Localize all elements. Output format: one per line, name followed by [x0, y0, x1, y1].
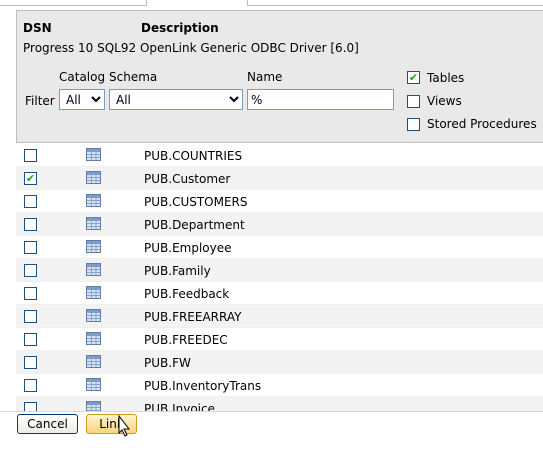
row-checkbox[interactable]	[24, 241, 37, 254]
row-checkbox[interactable]: ✔	[24, 172, 37, 185]
row-table-name: PUB.Family	[144, 264, 211, 278]
dsn-description: Progress 10 SQL92 OpenLink Generic ODBC …	[23, 41, 359, 55]
catalog-select[interactable]: All	[59, 89, 105, 110]
row-checkbox[interactable]	[24, 287, 37, 300]
row-table-name: PUB.InventoryTrans	[144, 379, 262, 393]
row-table-name: PUB.Feedback	[144, 287, 230, 301]
table-icon	[86, 401, 101, 411]
table-row[interactable]: PUB.COUNTRIES	[16, 144, 543, 167]
table-icon	[86, 217, 101, 230]
filter-panel: DSN Description Progress 10 SQL92 OpenLi…	[16, 10, 543, 143]
stored-procedures-checkbox[interactable]	[407, 118, 420, 131]
row-table-name: PUB.COUNTRIES	[144, 149, 243, 163]
table-row[interactable]: PUB.FREEDEC	[16, 328, 543, 351]
row-checkbox[interactable]	[24, 310, 37, 323]
table-row[interactable]: PUB.FREEARRAY	[16, 305, 543, 328]
link-button[interactable]: Link	[86, 414, 137, 434]
table-row[interactable]: PUB.Department	[16, 213, 543, 236]
row-table-name: PUB.FREEARRAY	[144, 310, 242, 324]
table-icon	[86, 148, 101, 161]
tables-label: Tables	[427, 71, 465, 85]
row-table-name: PUB.Invoice	[144, 402, 215, 411]
row-table-name: PUB.Customer	[144, 172, 231, 186]
row-checkbox[interactable]	[24, 149, 37, 162]
views-label: Views	[427, 94, 462, 108]
views-checkbox[interactable]	[407, 95, 420, 108]
table-row[interactable]: PUB.CUSTOMERS	[16, 190, 543, 213]
row-checkbox[interactable]	[24, 264, 37, 277]
table-icon	[86, 240, 101, 253]
filter-label: Filter	[25, 94, 55, 108]
row-checkbox[interactable]	[24, 379, 37, 392]
table-icon	[86, 194, 101, 207]
table-icon	[86, 355, 101, 368]
row-table-name: PUB.Department	[144, 218, 245, 232]
catalog-label: Catalog	[59, 70, 106, 84]
row-table-name: PUB.Employee	[144, 241, 232, 255]
schema-select[interactable]: All	[109, 89, 243, 110]
schema-label: Schema	[109, 70, 158, 84]
row-checkbox[interactable]	[24, 218, 37, 231]
button-bar: Cancel Link	[0, 411, 543, 451]
description-header: Description	[141, 21, 219, 35]
top-tab[interactable]	[146, 0, 248, 6]
cancel-button[interactable]: Cancel	[17, 414, 78, 434]
row-checkbox[interactable]	[24, 333, 37, 346]
table-row[interactable]: PUB.Invoice	[16, 397, 543, 411]
name-filter-input[interactable]	[247, 89, 394, 110]
row-checkbox[interactable]	[24, 402, 37, 411]
table-icon	[86, 309, 101, 322]
row-checkbox[interactable]	[24, 356, 37, 369]
table-icon	[86, 378, 101, 391]
table-list: PUB.COUNTRIES ✔ PUB.Customer PUB.CUSTOMERS P…	[16, 144, 543, 411]
table-icon	[86, 332, 101, 345]
table-row[interactable]: ✔ PUB.Customer	[16, 167, 543, 190]
table-icon	[86, 171, 101, 184]
table-row[interactable]: PUB.Feedback	[16, 282, 543, 305]
row-table-name: PUB.CUSTOMERS	[144, 195, 248, 209]
name-label: Name	[247, 70, 283, 84]
table-row[interactable]: PUB.InventoryTrans	[16, 374, 543, 397]
tables-checkbox[interactable]: ✔	[407, 71, 420, 84]
top-tab-strip	[0, 0, 543, 6]
table-row[interactable]: PUB.Family	[16, 259, 543, 282]
table-icon	[86, 286, 101, 299]
table-row[interactable]: PUB.FW	[16, 351, 543, 374]
row-table-name: PUB.FREEDEC	[144, 333, 228, 347]
table-row[interactable]: PUB.Employee	[16, 236, 543, 259]
dsn-header: DSN	[23, 21, 52, 35]
table-icon	[86, 263, 101, 276]
stored-procedures-label: Stored Procedures	[427, 117, 537, 131]
row-checkbox[interactable]	[24, 195, 37, 208]
row-table-name: PUB.FW	[144, 356, 191, 370]
